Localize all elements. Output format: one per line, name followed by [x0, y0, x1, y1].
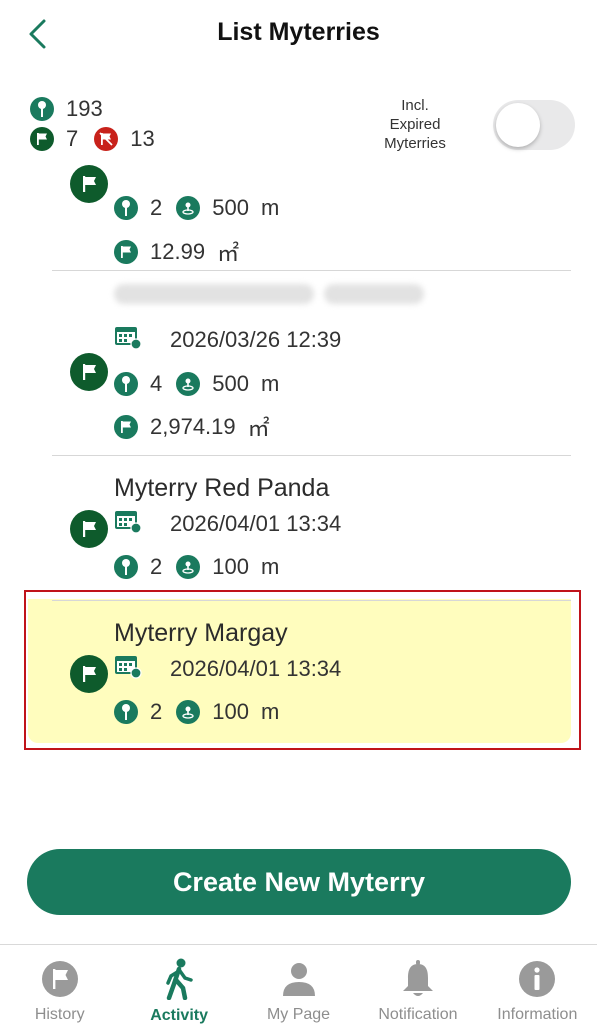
create-new-myterry-button[interactable]: Create New Myterry	[27, 849, 571, 915]
toggle-label: Incl. Expired Myterries	[384, 97, 446, 152]
flag-count: 7	[66, 126, 79, 151]
area-flag-icon	[114, 240, 138, 264]
pin-count-row: 193	[30, 94, 171, 124]
flag-icon	[70, 353, 108, 391]
tab-my-page[interactable]: My Page	[239, 945, 358, 1024]
tab-history[interactable]: History	[0, 945, 119, 1024]
header: List Myterries	[0, 0, 597, 70]
pin-count: 193	[66, 96, 103, 121]
pin-icon	[114, 700, 138, 724]
flag-icon	[70, 165, 108, 203]
list-item[interactable]: 2026/03/26 12:39 4 500 m 2,974.19 ㎡	[52, 271, 571, 455]
tab-information[interactable]: Information	[478, 945, 597, 1024]
pin-radius-line: 2 500 m	[114, 195, 279, 221]
radius-icon	[176, 555, 201, 579]
area-flag-icon	[114, 415, 138, 439]
myterry-list[interactable]: 2 500 m 12.99 ㎡ 2026/03/26 12:39 4 500 m	[0, 160, 597, 750]
tab-bar: History Activity My Page Notification In…	[0, 944, 597, 1024]
toggle-knob	[496, 102, 540, 147]
pin-radius-line: 2 100 m	[114, 554, 279, 580]
date-line: 2026/04/01 13:34	[114, 508, 341, 540]
expired-toggle-group: Incl. Expired Myterries	[375, 96, 575, 153]
pin-icon	[114, 555, 138, 579]
list-item[interactable]: Myterry Red Panda 2026/04/01 13:34 2 100…	[52, 456, 571, 600]
area-line: 12.99 ㎡	[114, 236, 239, 268]
flag-icon	[70, 510, 108, 548]
info-icon	[517, 959, 557, 998]
pin-radius-line: 4 500 m	[114, 371, 279, 397]
date-line: 2026/03/26 12:39	[114, 324, 341, 356]
flag-icon	[40, 959, 80, 998]
flag-count-row: 7 13	[30, 124, 171, 154]
stats-summary: 193 7 13	[30, 94, 171, 154]
calendar-icon	[114, 508, 142, 540]
item-title: Myterry Red Panda	[114, 474, 330, 502]
tab-activity[interactable]: Activity	[119, 945, 238, 1024]
bell-icon	[398, 959, 438, 998]
area-line: 2,974.19 ㎡	[114, 411, 270, 443]
person-icon	[279, 959, 319, 998]
calendar-icon	[114, 653, 142, 685]
flag-icon	[70, 655, 108, 693]
expired-flag-icon	[94, 127, 119, 151]
date-line: 2026/04/01 13:34	[114, 653, 341, 685]
include-expired-toggle[interactable]	[493, 99, 575, 150]
radius-icon	[176, 700, 201, 724]
pin-radius-line: 2 100 m	[114, 699, 279, 725]
pin-icon	[114, 372, 138, 396]
list-item[interactable]: 2 500 m 12.99 ㎡	[52, 160, 571, 270]
page-title: List Myterries	[217, 18, 380, 46]
item-title: Myterry Margay	[114, 619, 288, 647]
tab-notification[interactable]: Notification	[358, 945, 477, 1024]
flag-icon	[30, 127, 54, 151]
pin-icon	[114, 196, 138, 220]
radius-icon	[176, 372, 201, 396]
blurred-name	[114, 284, 424, 304]
walking-person-icon	[159, 958, 199, 1000]
radius-icon	[176, 196, 201, 220]
calendar-icon	[114, 324, 142, 356]
pin-icon	[30, 97, 54, 121]
list-item-selected[interactable]: Myterry Margay 2026/04/01 13:34 2 100 m	[52, 601, 571, 745]
expired-count: 13	[130, 126, 155, 151]
